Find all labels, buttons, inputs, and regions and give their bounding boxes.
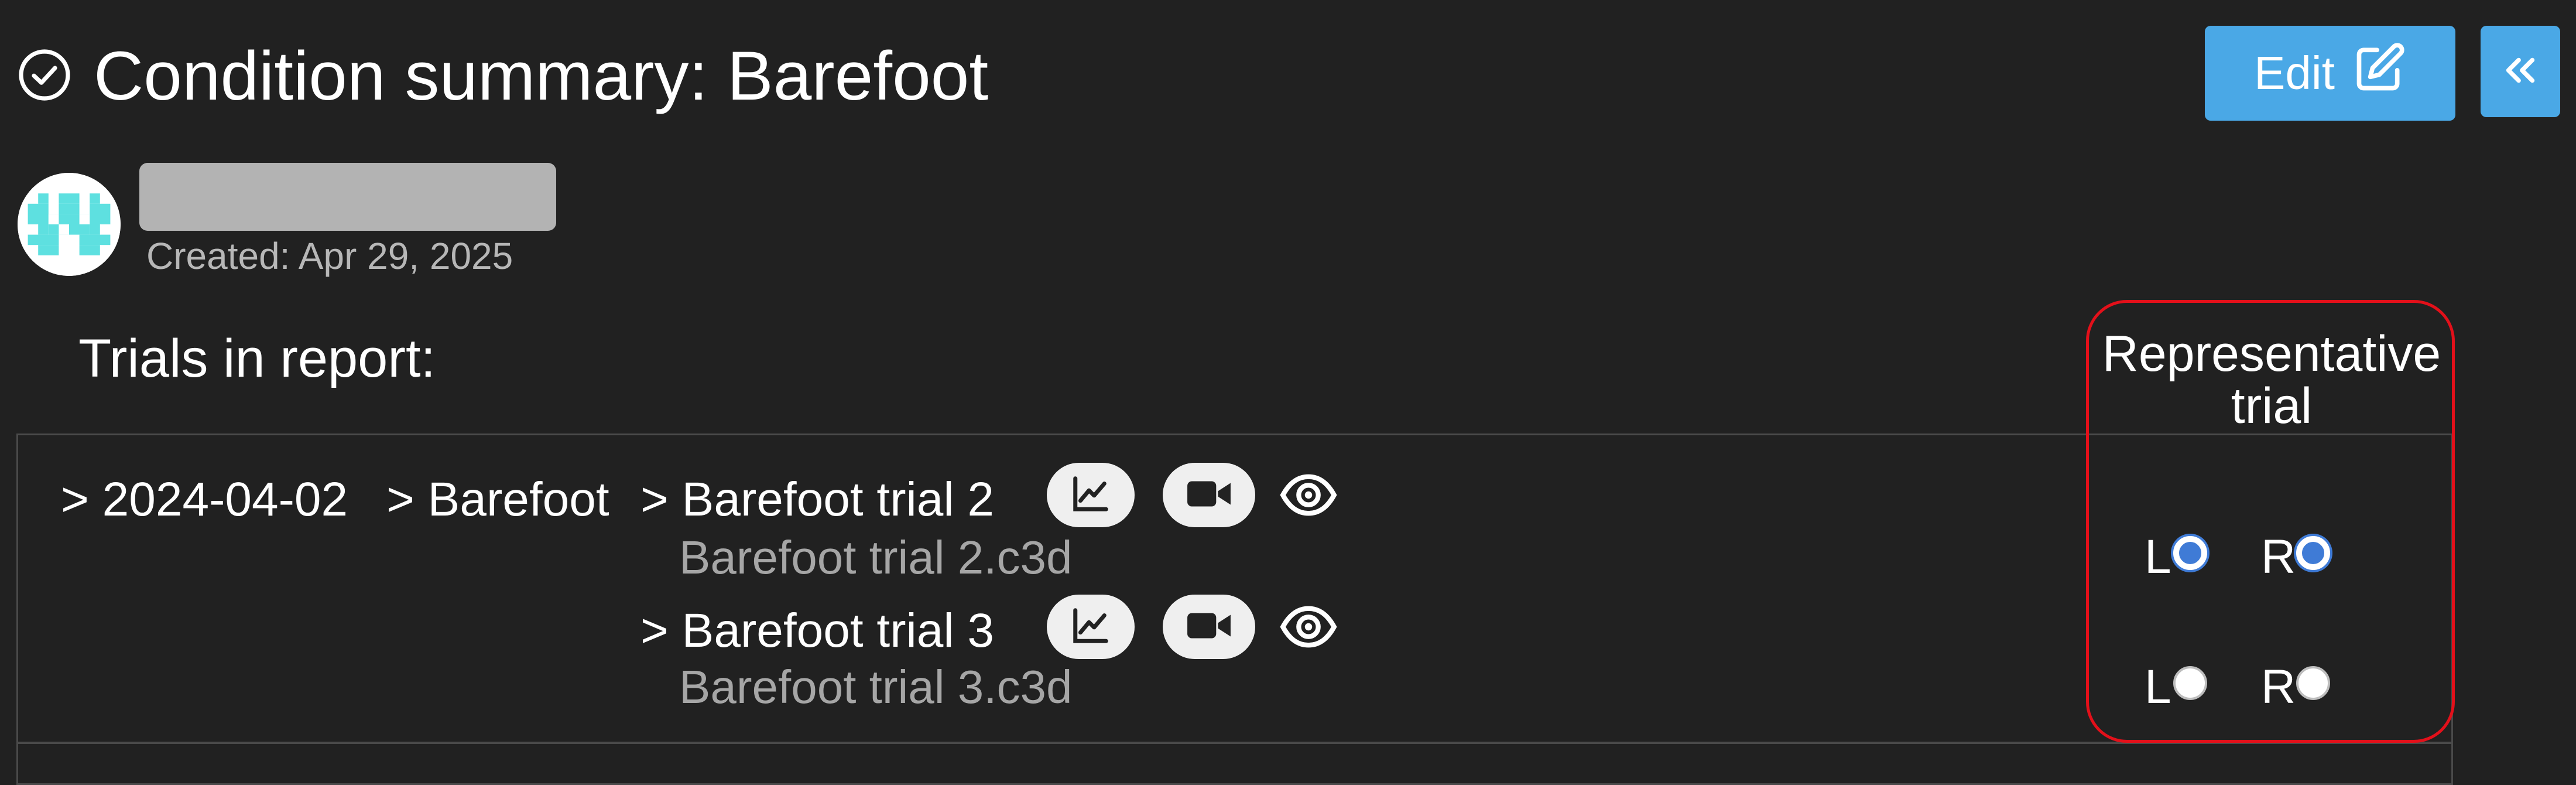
chart-button[interactable] xyxy=(1047,595,1135,659)
page-header: Condition summary: Barefoot xyxy=(16,32,988,120)
trial-name[interactable]: > Barefoot trial 2 xyxy=(640,476,994,524)
breadcrumb-condition[interactable]: > Barefoot xyxy=(386,476,609,524)
table-divider xyxy=(16,742,2453,744)
collapse-panel-button[interactable] xyxy=(2481,26,2560,117)
trial-name[interactable]: > Barefoot trial 3 xyxy=(640,607,994,655)
trials-heading: Trials in report: xyxy=(78,329,436,388)
representative-column-highlight xyxy=(2086,300,2455,743)
chevrons-left-icon xyxy=(2500,50,2541,94)
trial-file-name: Barefoot trial 2.c3d xyxy=(679,531,1073,583)
video-icon xyxy=(1186,473,1232,517)
video-button[interactable] xyxy=(1163,595,1255,659)
avatar xyxy=(18,173,121,276)
edit-button-label: Edit xyxy=(2254,47,2335,99)
created-date: Created: Apr 29, 2025 xyxy=(146,235,513,277)
edit-icon xyxy=(2352,41,2406,106)
page-title: Condition summary: Barefoot xyxy=(94,37,989,115)
edit-button[interactable]: Edit xyxy=(2205,26,2455,121)
chart-icon xyxy=(1070,473,1111,517)
eye-icon[interactable] xyxy=(1276,595,1341,659)
redacted-user-name xyxy=(139,163,556,231)
eye-icon[interactable] xyxy=(1276,463,1341,527)
breadcrumb-date[interactable]: > 2024-04-02 xyxy=(61,476,348,524)
trial-file-name: Barefoot trial 3.c3d xyxy=(679,661,1073,713)
video-button[interactable] xyxy=(1163,463,1255,527)
video-icon xyxy=(1186,605,1232,649)
check-circle-icon xyxy=(16,47,73,106)
chart-button[interactable] xyxy=(1047,463,1135,527)
chart-icon xyxy=(1070,605,1111,649)
